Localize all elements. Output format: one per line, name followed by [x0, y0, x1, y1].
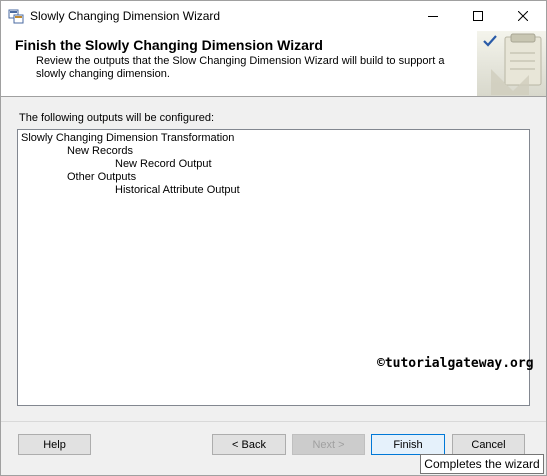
tree-item-new-records[interactable]: New Records [67, 145, 133, 157]
help-button[interactable]: Help [18, 434, 91, 455]
finish-button[interactable]: Finish [371, 434, 445, 455]
wizard-header: Finish the Slowly Changing Dimension Wiz… [1, 31, 546, 97]
maximize-button[interactable] [455, 1, 500, 31]
watermark: ©tutorialgateway.org [377, 356, 534, 371]
window-title: Slowly Changing Dimension Wizard [30, 9, 221, 23]
minimize-icon [427, 16, 438, 17]
page-title: Finish the Slowly Changing Dimension Wiz… [15, 37, 323, 53]
wizard-app-icon [8, 8, 24, 24]
title-bar[interactable]: Slowly Changing Dimension Wizard [1, 1, 546, 31]
outputs-label: The following outputs will be configured… [19, 112, 215, 124]
footer-divider [1, 421, 546, 422]
tree-item-scd-transformation[interactable]: Slowly Changing Dimension Transformation [21, 132, 234, 144]
close-icon [517, 11, 528, 21]
tree-item-new-record-output[interactable]: New Record Output [115, 158, 212, 170]
minimize-button[interactable] [410, 1, 455, 31]
cancel-button[interactable]: Cancel [452, 434, 525, 455]
maximize-icon [472, 11, 483, 21]
back-button[interactable]: < Back [212, 434, 286, 455]
tree-item-other-outputs[interactable]: Other Outputs [67, 171, 136, 183]
next-button[interactable]: Next > [292, 434, 365, 455]
close-button[interactable] [500, 1, 545, 31]
page-description: Review the outputs that the Slow Changin… [36, 55, 445, 80]
finish-tooltip: Completes the wizard [420, 454, 544, 474]
checkmark-clipboard-graphic [477, 31, 546, 96]
tree-item-historical-attribute-output[interactable]: Historical Attribute Output [115, 184, 240, 196]
wizard-window: Slowly Changing Dimension Wizard Finish … [0, 0, 547, 476]
